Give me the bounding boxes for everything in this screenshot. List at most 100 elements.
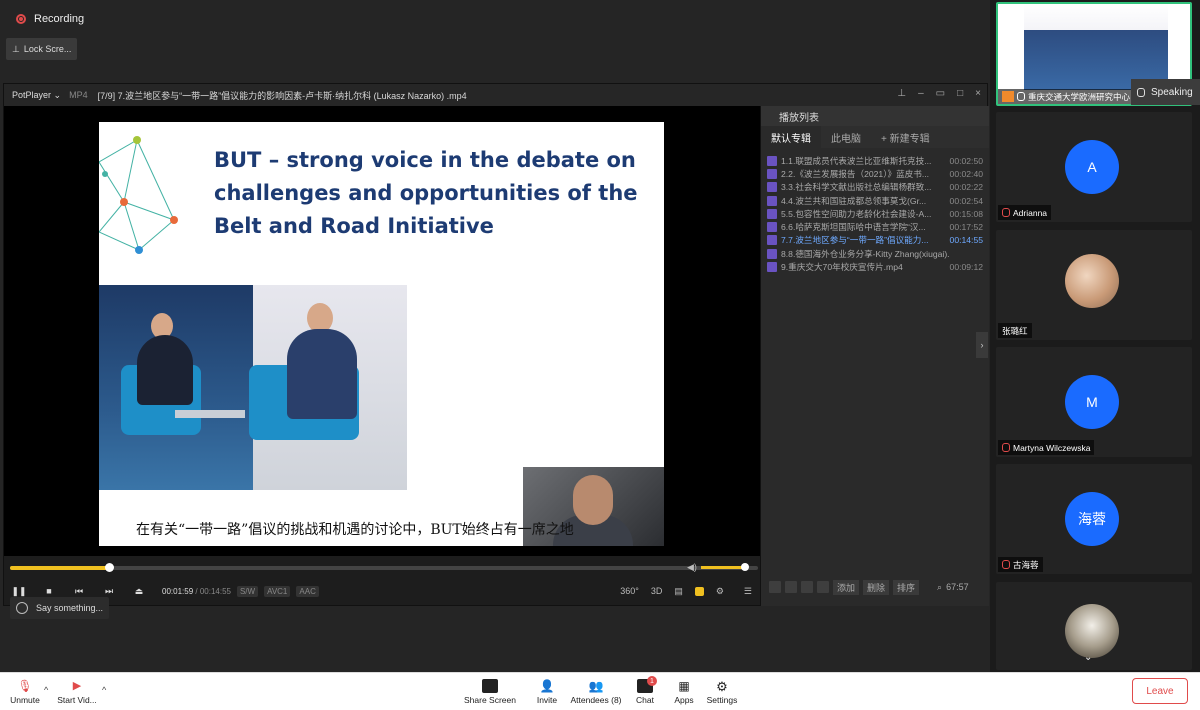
emoji-icon[interactable]	[16, 602, 28, 614]
previous-button[interactable]: ⏮	[64, 586, 94, 597]
mic-muted-icon	[1002, 560, 1010, 569]
playlist-item[interactable]: 8.8.德国海外仓业务分享-Kitty Zhang(xiugai).mp4	[761, 247, 989, 260]
maximize-icon[interactable]: □	[957, 88, 963, 99]
move-bottom-button[interactable]	[817, 581, 829, 593]
video-file-icon	[767, 182, 777, 193]
eject-button[interactable]: ⏏	[124, 586, 154, 597]
playlist-item-duration: 00:02:40	[949, 168, 983, 179]
say-something-input[interactable]: Say something...	[10, 597, 110, 619]
playlist-item-duration: 00:09:12	[949, 262, 983, 273]
app-name: PotPlayer	[12, 89, 52, 100]
next-button[interactable]: ⏭	[94, 586, 124, 597]
video-options-chevron-icon[interactable]: ^	[102, 685, 106, 695]
attendees-button[interactable]: 👥 Attendees (8)	[568, 675, 624, 709]
restore-icon[interactable]: ▭	[936, 88, 945, 99]
shared-video-thumbnail	[1024, 4, 1168, 90]
invite-button[interactable]: 👤 Invite	[533, 675, 561, 709]
playlist-tabs: 默认专辑 此电脑 + 新建专辑	[761, 126, 989, 148]
menu-icon[interactable]: ☰	[744, 586, 752, 597]
add-button[interactable]: 添加	[833, 579, 860, 595]
search-icon[interactable]: ⌕	[937, 582, 942, 593]
avatar	[1065, 604, 1119, 658]
potplayer-titlebar[interactable]: PotPlayer ⌄ MP4 [7/9] 7.波兰地区参与“一带一路”倡议能力…	[4, 84, 987, 106]
conference-photo	[99, 285, 407, 490]
collapse-gallery-button[interactable]: ›	[976, 332, 988, 358]
participant-tile[interactable]: A Adrianna	[996, 112, 1192, 222]
playlist-item[interactable]: 4.4.波兰共和国驻成都总领事莫戈(Gr... 00:02:54	[761, 194, 989, 207]
share-screen-button[interactable]: Share Screen	[463, 675, 517, 709]
player-controls: ❚❚ ■ ⏮ ⏭ ⏏ 00:01:59 / 00:14:55 S/W AVC1 …	[4, 580, 760, 602]
move-down-button[interactable]	[801, 581, 813, 593]
lock-screen-button[interactable]: ⊥ Lock Scre...	[6, 38, 78, 60]
leave-button[interactable]: Leave	[1132, 678, 1188, 704]
playlist-item[interactable]: 1.1.联盟成员代表波兰比亚维斯托克技... 00:02:50	[761, 154, 989, 167]
playlist-item[interactable]: 7.7.波兰地区参与“一带一路”倡议能力... 00:14:55	[761, 234, 989, 247]
playlist-item[interactable]: 3.3.社会科学文献出版社总编辑杨群致... 00:02:22	[761, 181, 989, 194]
participant-name: Martyna Wilczewska	[1013, 442, 1091, 453]
pin-icon[interactable]: ⊥	[897, 88, 906, 99]
playlist-item[interactable]: 2.2.《波兰发展报告（2021）》蓝皮书... 00:02:40	[761, 167, 989, 180]
participant-tile[interactable]: 张璐红	[996, 230, 1192, 340]
participant-tile[interactable]: M Martyna Wilczewska	[996, 347, 1192, 457]
gear-icon[interactable]: ⚙	[716, 586, 724, 597]
delete-button[interactable]: 删除	[863, 579, 890, 595]
seek-bar[interactable]	[10, 563, 758, 572]
move-top-button[interactable]	[769, 581, 781, 593]
playlist-item[interactable]: 5.5.包容性空间助力老龄化社会建设-A... 00:15:08	[761, 207, 989, 220]
playlist-item-duration: 00:15:08	[949, 208, 983, 219]
playlist-item[interactable]: 6.6.哈萨克斯坦国际哈中语言学院“汉... 00:17:52	[761, 220, 989, 233]
tab-new-album[interactable]: + 新建专辑	[871, 126, 940, 148]
scroll-down-icon[interactable]: ⌄	[1084, 652, 1092, 663]
tab-default-album[interactable]: 默认专辑	[761, 126, 821, 148]
gear-icon: ⚙	[716, 679, 728, 694]
playlist-item-name: 4.4.波兰共和国驻成都总领事莫戈(Gr...	[781, 195, 927, 206]
close-icon[interactable]: ×	[975, 88, 981, 99]
mic-muted-icon: 🎙	[17, 679, 33, 693]
participant-name: 张璐红	[1002, 325, 1028, 336]
start-video-button[interactable]: ▶ Start Vid...	[56, 675, 98, 709]
subtitle-icon[interactable]	[694, 586, 704, 596]
potplayer-menu[interactable]: PotPlayer ⌄	[4, 90, 69, 101]
unmute-button[interactable]: 🎙 Unmute	[8, 675, 42, 709]
move-up-button[interactable]	[785, 581, 797, 593]
apps-button[interactable]: ▦ Apps	[672, 675, 696, 709]
participant-name: 古海蓉	[1013, 559, 1039, 570]
playlist-item-name: 5.5.包容性空间助力老龄化社会建设-A...	[781, 208, 932, 219]
audio-options-chevron-icon[interactable]: ^	[44, 685, 48, 695]
pause-button[interactable]: ❚❚	[4, 586, 34, 597]
playlist-item-duration: 00:02:54	[949, 195, 983, 206]
vr360-button[interactable]: 360°	[620, 586, 639, 596]
playlist-item-duration: 00:17:52	[949, 222, 983, 233]
participant-nametag: 重庆交通大学欧洲研究中心	[998, 89, 1135, 104]
participant-tile[interactable]: 海蓉 古海蓉	[996, 464, 1192, 574]
seek-handle[interactable]	[105, 563, 115, 572]
video-off-icon: ▶	[72, 680, 82, 692]
chat-badge: 1	[647, 676, 657, 686]
volume-control[interactable]: ◀)	[687, 562, 749, 573]
chat-button[interactable]: 1 Chat	[634, 675, 657, 709]
volume-slider[interactable]	[700, 563, 749, 571]
capture-icon[interactable]: ▤	[674, 586, 683, 597]
player-controls-right: 360° 3D ▤ ⚙ ☰	[620, 580, 752, 602]
playlist-item[interactable]: 9.重庆交大70年校庆宣传片.mp4 00:09:12	[761, 260, 989, 273]
record-icon	[16, 14, 26, 24]
minimize-icon[interactable]: –	[918, 88, 924, 99]
tab-this-pc[interactable]: 此电脑	[821, 126, 871, 148]
3d-button[interactable]: 3D	[651, 586, 663, 596]
speaker-icon[interactable]: ◀)	[687, 562, 697, 573]
video-area[interactable]: BUT – strong voice in the debate on chal…	[4, 106, 760, 556]
video-file-icon	[767, 208, 777, 219]
unmute-label: Unmute	[10, 695, 40, 705]
invite-label: Invite	[536, 695, 558, 705]
shared-screen: Recording ⊥ Lock Scre... PotPlayer ⌄ MP4…	[0, 0, 990, 672]
playlist-item-name: 6.6.哈萨克斯坦国际哈中语言学院“汉...	[781, 222, 926, 233]
recording-indicator[interactable]: Recording	[8, 8, 92, 30]
settings-button[interactable]: ⚙ Settings	[705, 675, 739, 709]
start-video-label: Start Vid...	[57, 695, 97, 705]
sort-button[interactable]: 排序	[893, 579, 920, 595]
share-screen-label: Share Screen	[464, 695, 516, 705]
avatar-icon	[1002, 91, 1014, 102]
participant-tile[interactable]: ⌄	[996, 582, 1192, 670]
stop-button[interactable]: ■	[34, 586, 64, 596]
participant-name: 重庆交通大学欧洲研究中心	[1028, 91, 1131, 102]
